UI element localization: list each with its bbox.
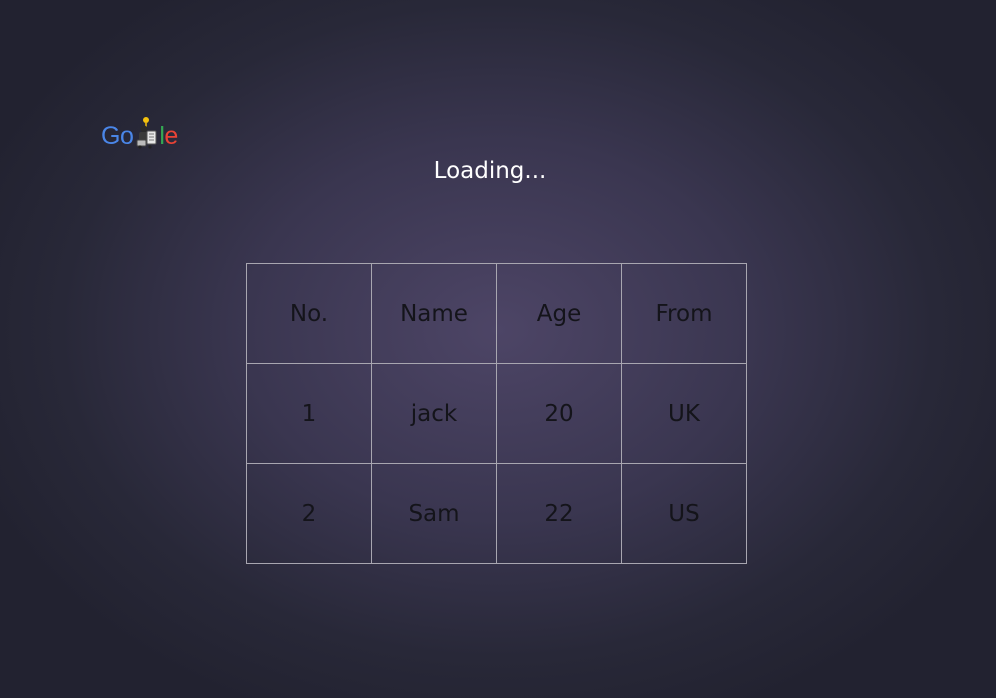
logo-letter-o: o bbox=[119, 122, 134, 150]
cell-from: US bbox=[621, 463, 747, 564]
loading-status: Loading... bbox=[433, 158, 547, 184]
logo-letter-g: G bbox=[101, 122, 120, 150]
column-header-from: From bbox=[621, 263, 747, 364]
table-header-row: No. Name Age From bbox=[246, 263, 747, 364]
doodle-character-icon bbox=[136, 117, 157, 149]
cell-no: 2 bbox=[246, 463, 372, 564]
cell-age: 22 bbox=[496, 463, 622, 564]
column-header-age: Age bbox=[496, 263, 622, 364]
logo-letter-e: e bbox=[164, 122, 178, 150]
google-doodle-logo[interactable]: Go le bbox=[101, 116, 185, 154]
cell-no: 1 bbox=[246, 363, 372, 464]
cell-age: 20 bbox=[496, 363, 622, 464]
table-row: 1 jack 20 UK bbox=[246, 363, 747, 464]
cell-name: Sam bbox=[371, 463, 497, 564]
data-table: No. Name Age From 1 jack 20 UK 2 Sam 22 … bbox=[246, 263, 747, 564]
column-header-no: No. bbox=[246, 263, 372, 364]
column-header-name: Name bbox=[371, 263, 497, 364]
cell-name: jack bbox=[371, 363, 497, 464]
cell-from: UK bbox=[621, 363, 747, 464]
table-row: 2 Sam 22 US bbox=[246, 463, 747, 564]
